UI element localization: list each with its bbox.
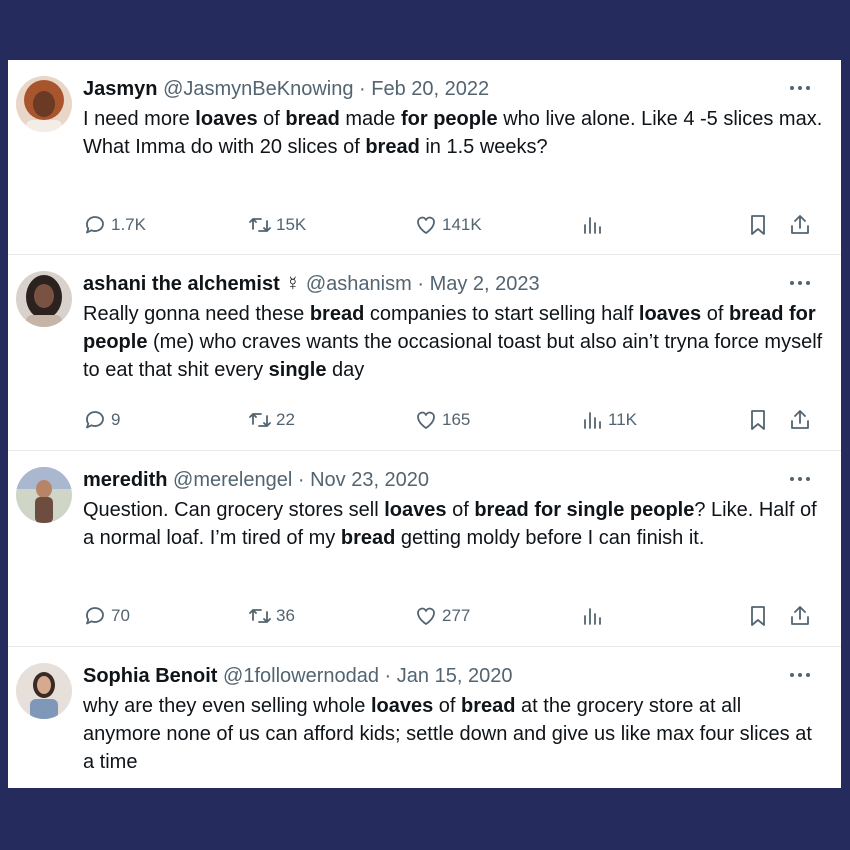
more-icon[interactable] bbox=[789, 667, 811, 683]
keyword-highlight: bread for single people bbox=[474, 499, 695, 521]
heart-icon bbox=[417, 216, 435, 234]
retweet-button[interactable]: 22 bbox=[248, 405, 295, 435]
keyword-highlight: bread bbox=[285, 108, 340, 130]
tweet-actions: 70 36 277 bbox=[83, 601, 823, 631]
views-button[interactable]: 11K bbox=[580, 405, 637, 435]
tweet[interactable]: Sophia Benoit @1followernodad · Jan 15, … bbox=[8, 647, 841, 788]
like-count: 141K bbox=[442, 215, 482, 234]
share-icon bbox=[791, 215, 809, 234]
retweet-icon bbox=[249, 413, 271, 427]
reply-button[interactable]: 70 bbox=[83, 601, 130, 631]
reply-icon bbox=[86, 411, 104, 429]
separator: · bbox=[384, 665, 392, 687]
views-count: 11K bbox=[608, 410, 637, 429]
reply-icon bbox=[86, 607, 104, 625]
keyword-highlight: bread bbox=[309, 303, 365, 325]
reply-count: 70 bbox=[111, 606, 130, 625]
display-name[interactable]: meredith bbox=[83, 469, 167, 491]
tweet-actions: 9 22 165 11K bbox=[83, 405, 823, 435]
retweet-count: 36 bbox=[276, 606, 295, 625]
reply-button[interactable]: 1.7K bbox=[83, 210, 146, 240]
separator: · bbox=[359, 78, 366, 100]
avatar[interactable] bbox=[16, 76, 72, 132]
keyword-highlight: loaves bbox=[195, 108, 258, 130]
like-button[interactable]: 165 bbox=[414, 405, 470, 435]
user-handle[interactable]: @ashanism bbox=[306, 273, 412, 295]
tweet-text: Question. Can grocery stores sell loaves… bbox=[83, 499, 817, 549]
reply-count: 9 bbox=[111, 410, 121, 429]
tweet-date[interactable]: Feb 20, 2022 bbox=[371, 78, 489, 100]
tweet-header: ashani the alchemist ☿ @ashanism · May 2… bbox=[83, 272, 781, 296]
like-button[interactable]: 141K bbox=[414, 210, 482, 240]
keyword-highlight: bread for people bbox=[83, 303, 816, 353]
views-button[interactable] bbox=[580, 210, 608, 240]
keyword-highlight: loaves bbox=[384, 499, 447, 521]
keyword-highlight: single bbox=[268, 359, 327, 381]
avatar[interactable] bbox=[16, 271, 72, 327]
keyword-highlight: bread bbox=[365, 136, 420, 158]
keyword-highlight: bread bbox=[340, 527, 396, 549]
separator: · bbox=[417, 273, 424, 295]
user-handle[interactable]: @1followernodad bbox=[223, 665, 379, 687]
tweet-header: Jasmyn @JasmynBeKnowing · Feb 20, 2022 bbox=[83, 77, 781, 101]
more-icon[interactable] bbox=[789, 471, 811, 487]
user-handle[interactable]: @JasmynBeKnowing bbox=[163, 78, 353, 100]
share-button[interactable] bbox=[788, 405, 812, 435]
avatar[interactable] bbox=[16, 467, 72, 523]
separator: · bbox=[297, 469, 305, 491]
heart-icon bbox=[417, 607, 435, 625]
tweet-date[interactable]: Nov 23, 2020 bbox=[310, 469, 429, 491]
retweet-icon bbox=[249, 218, 271, 232]
retweet-count: 15K bbox=[276, 215, 307, 234]
bookmark-button[interactable] bbox=[746, 405, 770, 435]
retweet-icon bbox=[249, 609, 271, 623]
bookmark-icon bbox=[751, 410, 765, 430]
tweet-header: meredith @merelengel · Nov 23, 2020 bbox=[83, 468, 781, 492]
bookmark-icon bbox=[751, 215, 765, 235]
reply-icon bbox=[86, 216, 104, 234]
like-button[interactable]: 277 bbox=[414, 601, 470, 631]
share-button[interactable] bbox=[788, 601, 812, 631]
share-icon bbox=[791, 606, 809, 625]
more-icon[interactable] bbox=[789, 80, 811, 96]
tweet-text: I need more loaves of bread made for peo… bbox=[83, 108, 823, 158]
tweet[interactable]: Jasmyn @JasmynBeKnowing · Feb 20, 2022 I… bbox=[8, 60, 841, 254]
keyword-highlight: loaves bbox=[638, 303, 702, 325]
share-icon bbox=[791, 410, 809, 429]
bookmark-button[interactable] bbox=[746, 210, 770, 240]
tweet-text: why are they even selling whole loaves o… bbox=[83, 695, 812, 773]
share-button[interactable] bbox=[788, 210, 812, 240]
more-icon[interactable] bbox=[789, 275, 811, 291]
tweet[interactable]: meredith @merelengel · Nov 23, 2020 Ques… bbox=[8, 451, 841, 646]
keyword-highlight: for people bbox=[400, 108, 498, 130]
reply-count: 1.7K bbox=[111, 215, 146, 234]
retweet-button[interactable]: 15K bbox=[248, 210, 306, 240]
tweet[interactable]: ashani the alchemist ☿ @ashanism · May 2… bbox=[8, 255, 841, 450]
like-count: 165 bbox=[442, 410, 471, 429]
views-icon bbox=[584, 412, 601, 429]
views-button[interactable] bbox=[580, 601, 608, 631]
heart-icon bbox=[417, 411, 435, 429]
views-icon bbox=[584, 217, 601, 234]
display-name[interactable]: Jasmyn bbox=[83, 78, 158, 100]
keyword-highlight: bread bbox=[461, 695, 516, 717]
retweet-count: 22 bbox=[276, 410, 295, 429]
avatar[interactable] bbox=[16, 663, 72, 719]
tweet-date[interactable]: May 2, 2023 bbox=[430, 273, 540, 295]
display-name[interactable]: ashani the alchemist ☿ bbox=[83, 273, 300, 295]
tweet-header: Sophia Benoit @1followernodad · Jan 15, … bbox=[83, 664, 781, 688]
tweet-date[interactable]: Jan 15, 2020 bbox=[397, 665, 513, 687]
bookmark-icon bbox=[751, 606, 765, 626]
display-name[interactable]: Sophia Benoit bbox=[83, 665, 217, 687]
bookmark-button[interactable] bbox=[746, 601, 770, 631]
retweet-button[interactable]: 36 bbox=[248, 601, 295, 631]
views-icon bbox=[584, 608, 601, 625]
like-count: 277 bbox=[442, 606, 471, 625]
tweet-actions: 1.7K 15K 141K bbox=[83, 210, 823, 240]
reply-button[interactable]: 9 bbox=[83, 405, 120, 435]
tweet-text: Really gonna need these bread companies … bbox=[83, 303, 823, 381]
keyword-highlight: loaves bbox=[370, 695, 434, 717]
tweet-list: Jasmyn @JasmynBeKnowing · Feb 20, 2022 I… bbox=[8, 60, 841, 788]
user-handle[interactable]: @merelengel bbox=[173, 469, 292, 491]
